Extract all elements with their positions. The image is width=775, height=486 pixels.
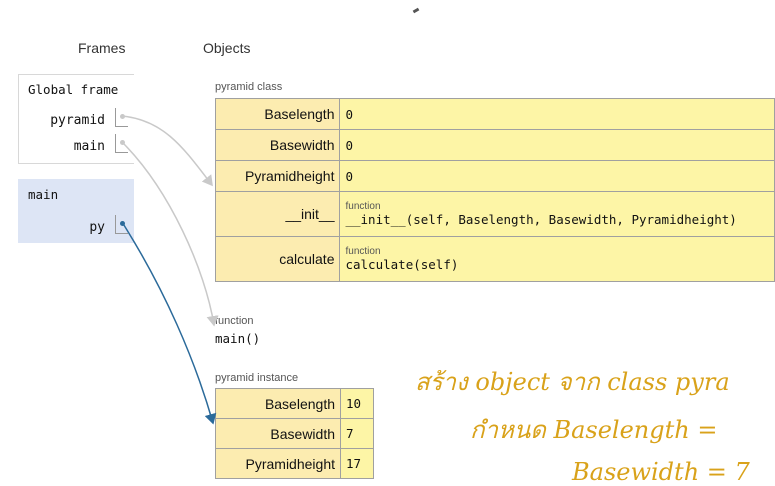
annotation-line-1: สร้าง object จาก class pyra (415, 368, 730, 396)
instance-value: 7 (340, 418, 374, 449)
arrow-pyramid-to-class (121, 115, 213, 187)
fn-label: function (345, 201, 381, 212)
class-value: 0 (339, 129, 775, 161)
instance-value: 10 (340, 388, 374, 419)
pyramid-instance-label: pyramid instance (215, 372, 299, 384)
pointer-dot-main (120, 140, 125, 145)
main-frame-title: main (28, 187, 59, 202)
instance-row-baselength: Baselength 10 (215, 388, 374, 419)
class-key: Pyramidheight (214, 160, 341, 192)
arrow-py-to-instance (121, 221, 217, 425)
instance-row-basewidth: Basewidth 7 (215, 418, 374, 449)
class-row-baselength: Baselength 0 (214, 98, 775, 130)
global-frame-title: Global frame (28, 82, 119, 97)
class-row-calculate: calculate function calculate(self) (214, 236, 775, 282)
arrow-main-to-function (121, 141, 219, 327)
global-frame: Global frame pyramid main (18, 74, 134, 164)
pointer-dot-py (120, 221, 125, 226)
class-key: calculate (214, 236, 341, 282)
fn-signature: calculate(self) (345, 257, 459, 272)
instance-key: Baselength (215, 388, 341, 419)
fn-signature: __init__(self, Baselength, Basewidth, Py… (345, 212, 737, 227)
var-py: py (89, 220, 105, 235)
objects-header: Objects (203, 40, 251, 56)
main-function-label: function (215, 315, 254, 327)
frames-header: Frames (78, 40, 126, 56)
annotation-line-3: Basewidth = 7 (572, 458, 750, 486)
annotation-line-2: กำหนด Baselength = (470, 416, 718, 444)
cursor-mark (412, 7, 420, 14)
class-value: function calculate(self) (339, 236, 775, 282)
class-value: function __init__(self, Baselength, Base… (339, 191, 775, 237)
main-function-signature: main() (215, 331, 261, 346)
instance-row-pyramidheight: Pyramidheight 17 (215, 448, 374, 479)
instance-key: Basewidth (215, 418, 341, 449)
class-row-init: __init__ function __init__(self, Baselen… (214, 191, 775, 237)
instance-value: 17 (340, 448, 374, 479)
instance-key: Pyramidheight (215, 448, 341, 479)
fn-label: function (345, 246, 381, 257)
pyramid-instance-table: Baselength 10 Basewidth 7 Pyramidheight … (215, 388, 374, 479)
class-row-basewidth: Basewidth 0 (214, 129, 775, 161)
pyramid-class-table: Baselength 0 Basewidth 0 Pyramidheight 0… (214, 98, 775, 282)
var-main: main (73, 139, 105, 154)
class-value: 0 (339, 160, 775, 192)
pyramid-class-label: pyramid class (215, 81, 283, 93)
class-key: Basewidth (214, 129, 341, 161)
pointer-dot-pyramid (120, 114, 125, 119)
var-pyramid: pyramid (50, 113, 105, 128)
class-row-pyramidheight: Pyramidheight 0 (214, 160, 775, 192)
main-frame: main py (18, 179, 134, 243)
class-value: 0 (339, 98, 775, 130)
class-key: __init__ (214, 191, 341, 237)
class-key: Baselength (214, 98, 341, 130)
